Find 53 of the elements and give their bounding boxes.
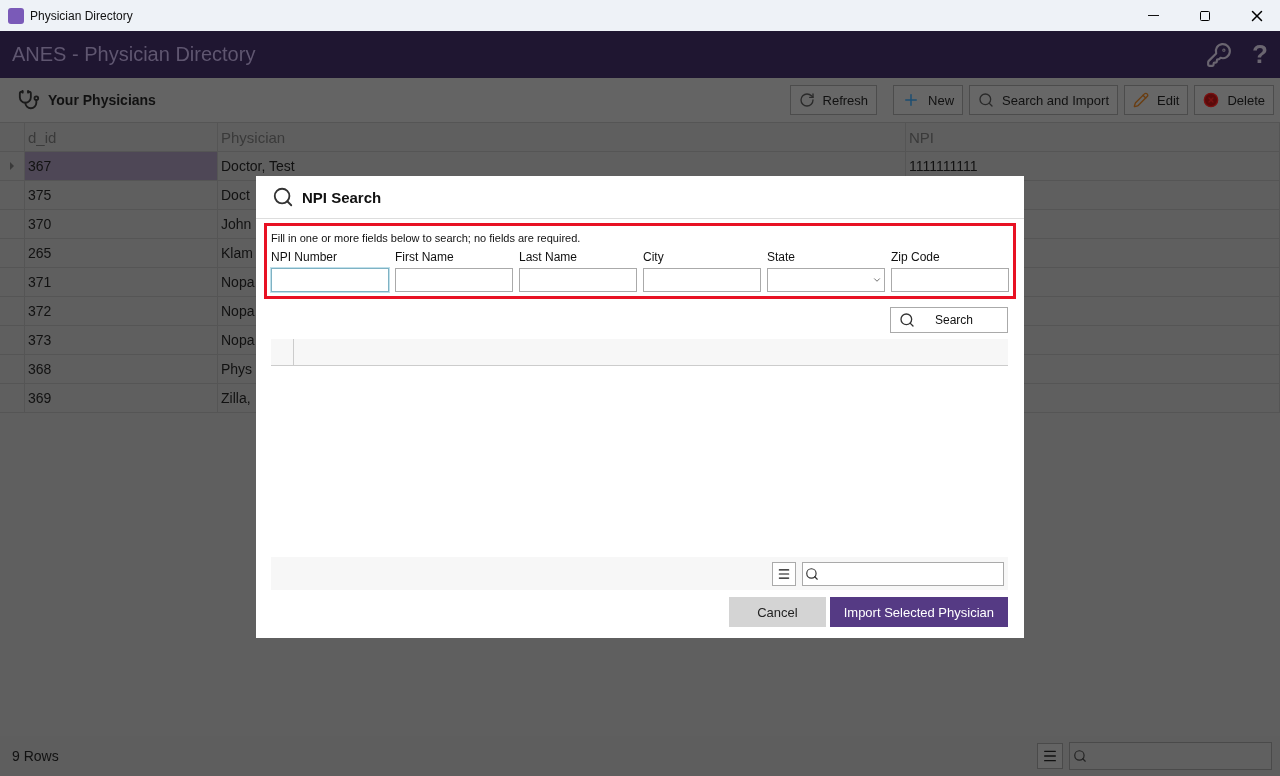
toolbar-button[interactable]: Edit bbox=[1124, 85, 1189, 115]
search-button[interactable]: Search bbox=[890, 307, 1008, 333]
state-dropdown[interactable] bbox=[767, 268, 885, 292]
minimize-icon bbox=[1147, 15, 1159, 16]
window-title: Physician Directory bbox=[30, 8, 134, 23]
section-title: Your Physicians bbox=[48, 92, 157, 108]
field-label: Last Name bbox=[519, 250, 579, 264]
dialog-title: NPI Search bbox=[302, 188, 382, 206]
caret-icon bbox=[872, 275, 882, 285]
menu-button[interactable] bbox=[772, 561, 796, 586]
keys-icon[interactable] bbox=[1206, 41, 1233, 68]
search-field[interactable] bbox=[1069, 742, 1272, 770]
row-count: 9 Rows bbox=[12, 748, 60, 764]
refresh-icon bbox=[798, 92, 815, 108]
search-icon bbox=[978, 92, 995, 108]
maximize-icon bbox=[1199, 9, 1211, 22]
import-button[interactable]: Import Selected Physician bbox=[829, 597, 1008, 627]
toolbar-button[interactable]: Delete bbox=[1194, 85, 1274, 115]
input-field[interactable] bbox=[643, 268, 761, 292]
input-field[interactable] bbox=[395, 268, 513, 292]
menu-icon bbox=[777, 566, 791, 581]
pencil-icon bbox=[1133, 92, 1149, 108]
table-cell: 370 bbox=[25, 210, 218, 238]
help-button[interactable]: ? bbox=[1252, 39, 1268, 70]
toolbar-button[interactable]: Refresh bbox=[789, 85, 878, 115]
delete-icon bbox=[1203, 92, 1220, 108]
table-cell: 371 bbox=[25, 268, 218, 296]
stethoscope-icon bbox=[18, 89, 40, 111]
field-label: City bbox=[643, 250, 665, 264]
menu-icon bbox=[1042, 748, 1058, 764]
toolbar-button[interactable]: New bbox=[893, 85, 964, 115]
app-logo-icon bbox=[8, 7, 24, 24]
table-cell: 372 bbox=[25, 297, 218, 325]
search-icon bbox=[1073, 749, 1087, 763]
field-label: First Name bbox=[395, 250, 455, 264]
input-field[interactable] bbox=[271, 268, 389, 292]
table-cell: 265 bbox=[25, 239, 218, 267]
cancel-button[interactable]: Cancel bbox=[729, 597, 826, 627]
field-label: NPI Number bbox=[271, 250, 339, 264]
table-cell: 375 bbox=[25, 181, 218, 209]
input-field[interactable] bbox=[891, 268, 1009, 292]
app-title: ANES - Physician Directory bbox=[12, 43, 257, 66]
field-label: State bbox=[767, 250, 797, 264]
search-icon bbox=[899, 312, 915, 328]
search-icon bbox=[805, 566, 819, 581]
table-cell: 367 bbox=[25, 152, 218, 180]
table-cell: 369 bbox=[25, 384, 218, 412]
table-cell: 368 bbox=[25, 355, 218, 383]
toolbar-button[interactable]: Search and Import bbox=[969, 85, 1118, 115]
search-field[interactable] bbox=[802, 561, 1004, 586]
search-icon bbox=[272, 186, 294, 208]
input-field[interactable] bbox=[519, 268, 637, 292]
table-cell: 373 bbox=[25, 326, 218, 354]
